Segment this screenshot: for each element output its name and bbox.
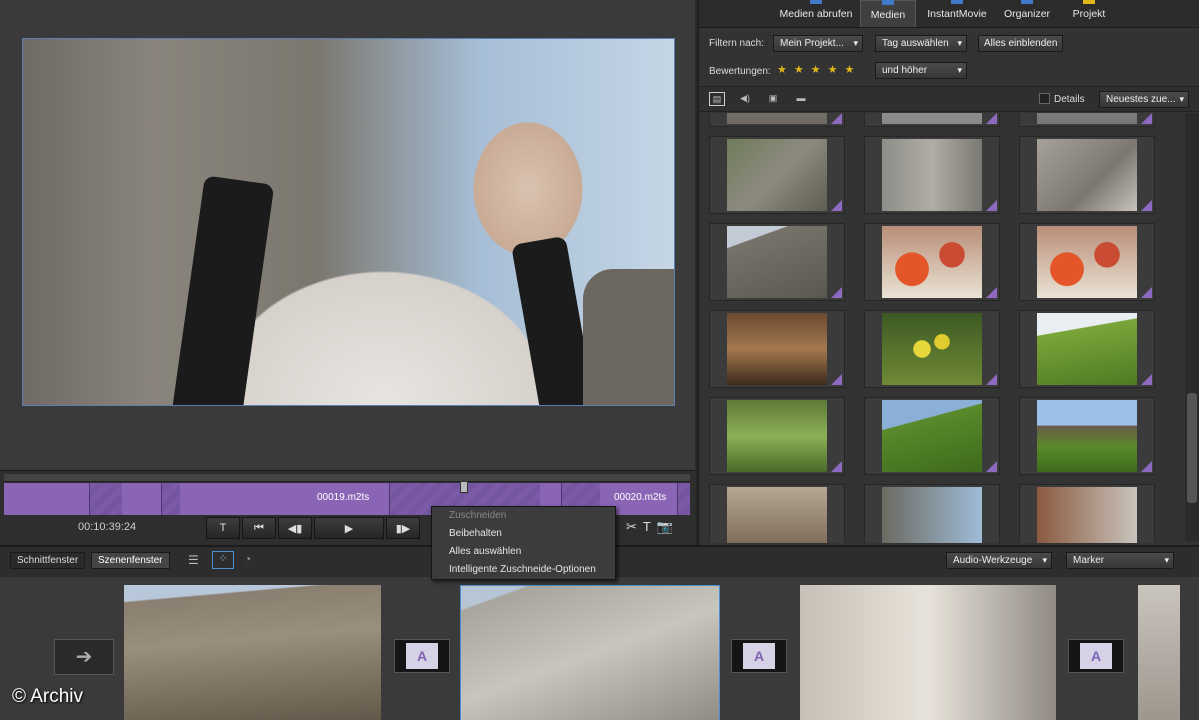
camera-icon[interactable]: 📷 — [657, 519, 673, 535]
title-button[interactable]: T — [206, 517, 240, 539]
project-filter-icon[interactable]: ▬ — [793, 92, 809, 106]
edit-tools: ✂ T 📷 — [626, 519, 673, 535]
media-thumbnail[interactable] — [709, 223, 845, 301]
scissors-icon[interactable]: ✂ — [626, 519, 637, 535]
folder-icon — [1083, 0, 1095, 4]
audio-tools-dropdown[interactable]: Audio-Werkzeuge — [946, 552, 1052, 569]
monitor-panel — [0, 0, 695, 470]
media-thumbnail[interactable] — [1019, 397, 1155, 475]
media-thumbnail[interactable] — [1019, 113, 1155, 127]
media-panel: Medien abrufen Medien InstantMovie Organ… — [697, 0, 1199, 545]
tab-project[interactable]: Projekt — [1064, 0, 1114, 27]
tag-dropdown[interactable]: Tag auswählen — [875, 35, 967, 52]
menu-item-keep[interactable]: Beibehalten — [432, 525, 615, 543]
play-button[interactable]: ▶ — [314, 517, 384, 539]
photo-filter-icon[interactable]: ▣ — [765, 92, 781, 106]
scene-view-icon[interactable]: ⁘ — [212, 551, 234, 569]
media-icon — [882, 0, 894, 5]
arrow-right-icon[interactable]: ➔ — [54, 639, 114, 675]
details-checkbox[interactable] — [1039, 93, 1050, 104]
audio-filter-icon[interactable]: ◀) — [737, 92, 753, 106]
media-thumbnail[interactable] — [864, 136, 1000, 214]
context-menu: Zuschneiden Beibehalten Alles auswählen … — [431, 506, 616, 580]
media-thumbnail[interactable] — [864, 223, 1000, 301]
playhead[interactable] — [460, 481, 468, 493]
scene-clip[interactable] — [1138, 585, 1180, 720]
rating-stars[interactable]: ★★★★★ — [777, 63, 861, 76]
media-thumbnail[interactable] — [709, 136, 845, 214]
timecode-display: 00:10:39:24 — [78, 521, 137, 533]
media-thumbnail[interactable] — [864, 397, 1000, 475]
media-scrollbar[interactable] — [1185, 113, 1199, 541]
rock-background — [583, 269, 674, 405]
clip-segment[interactable] — [122, 483, 162, 515]
media-thumbnail[interactable] — [709, 484, 845, 543]
media-thumbnail[interactable] — [1019, 310, 1155, 388]
list-view-icon[interactable]: ☰ — [188, 553, 199, 567]
copyright-watermark: © Archiv — [12, 686, 84, 707]
tab-get-media[interactable]: Medien abrufen — [777, 0, 855, 27]
media-thumbnail[interactable] — [864, 484, 1000, 543]
step-forward-button[interactable]: ▮▶ — [386, 517, 420, 539]
scrollbar-thumb[interactable] — [1187, 393, 1197, 503]
rating-dropdown[interactable]: und höher — [875, 62, 967, 79]
tab-instantmovie[interactable]: InstantMovie — [924, 0, 990, 27]
marker-dropdown[interactable]: Marker — [1066, 552, 1174, 569]
task-tabs: Medien abrufen Medien InstantMovie Organ… — [699, 0, 1199, 28]
scene-clip[interactable] — [124, 585, 381, 720]
clip-segment[interactable] — [4, 483, 90, 515]
scene-clip-selected[interactable] — [460, 585, 720, 720]
transition-icon: A — [406, 643, 438, 669]
transition-slot[interactable]: A — [394, 639, 450, 673]
download-icon — [810, 0, 822, 4]
scene-strip: ➔ A A A — [0, 577, 1199, 720]
step-back-button[interactable]: ◀▮ — [278, 517, 312, 539]
scene-clip[interactable] — [800, 585, 1056, 720]
media-thumbnail[interactable] — [1019, 136, 1155, 214]
movie-icon — [951, 0, 963, 4]
tab-sceneline[interactable]: Szenenfenster — [91, 552, 170, 569]
transition-icon: A — [743, 643, 775, 669]
video-filter-icon[interactable]: ▤ — [709, 92, 725, 106]
project-dropdown[interactable]: Mein Projekt... — [773, 35, 863, 52]
filter-label: Filtern nach: — [709, 38, 765, 49]
tab-media[interactable]: Medien — [860, 0, 916, 27]
marker-tool-icon[interactable]: ◔ — [244, 552, 251, 566]
video-preview — [22, 38, 675, 406]
media-thumbnail[interactable] — [709, 397, 845, 475]
menu-title: Zuschneiden — [449, 510, 507, 521]
details-label: Details — [1054, 94, 1085, 105]
timeline-ruler[interactable] — [4, 474, 690, 482]
media-grid — [699, 113, 1183, 543]
transition-icon: A — [1080, 643, 1112, 669]
transition-slot[interactable]: A — [731, 639, 787, 673]
rewind-button[interactable]: ⏮ — [242, 517, 276, 539]
clip-label: 00020.m2ts — [614, 492, 667, 503]
transition-slot[interactable]: A — [1068, 639, 1124, 673]
media-thumbnail[interactable] — [709, 113, 845, 127]
media-thumbnail[interactable] — [709, 310, 845, 388]
media-thumbnail[interactable] — [1019, 223, 1155, 301]
menu-item-smart-trim[interactable]: Intelligente Zuschneide-Optionen — [432, 561, 615, 579]
show-all-button[interactable]: Alles einblenden — [978, 35, 1064, 52]
tab-timeline[interactable]: Schnittfenster — [10, 552, 86, 569]
rating-label: Bewertungen: — [709, 66, 771, 77]
transport-controls: T ⏮ ◀▮ ▶ ▮▶ — [206, 517, 420, 539]
menu-item-select-all[interactable]: Alles auswählen — [432, 543, 615, 561]
view-toolbar: ▤ ◀) ▣ ▬ Details Neuestes zue... — [699, 86, 1199, 112]
media-thumbnail[interactable] — [864, 310, 1000, 388]
tab-organizer[interactable]: Organizer — [999, 0, 1055, 27]
backpack-strap-left — [171, 175, 275, 405]
sort-dropdown[interactable]: Neuestes zue... — [1099, 91, 1189, 108]
media-thumbnail[interactable] — [864, 113, 1000, 127]
text-tool-icon[interactable]: T — [643, 519, 651, 535]
clip-label: 00019.m2ts — [317, 492, 370, 503]
media-thumbnail[interactable] — [1019, 484, 1155, 543]
organizer-icon — [1021, 0, 1033, 4]
